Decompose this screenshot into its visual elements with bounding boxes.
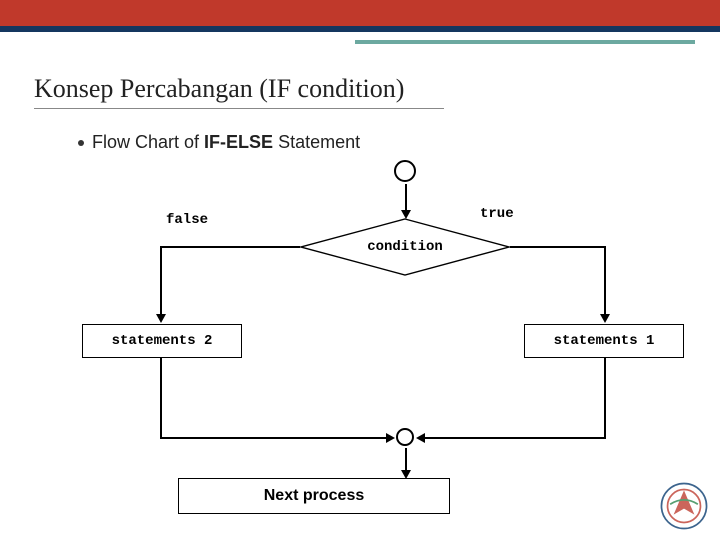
arrow-left-icon <box>416 433 425 443</box>
university-logo <box>658 480 710 532</box>
arrow-down-icon <box>600 314 610 323</box>
start-terminator <box>394 160 416 182</box>
connector <box>424 437 606 439</box>
statements-true-box: statements 1 <box>524 324 684 358</box>
join-connector <box>396 428 414 446</box>
title-underline <box>34 108 444 109</box>
arrow-down-icon <box>156 314 166 323</box>
header-red-bar <box>0 0 720 26</box>
header-navy-line <box>0 26 720 32</box>
statements-false-box: statements 2 <box>82 324 242 358</box>
bullet-suffix: Statement <box>273 132 360 152</box>
bullet-bold: IF-ELSE <box>204 132 273 152</box>
connector <box>604 358 606 438</box>
connector <box>405 184 407 212</box>
bullet-prefix: Flow Chart of <box>92 132 204 152</box>
bullet-text: Flow Chart of IF-ELSE Statement <box>92 132 360 153</box>
connector <box>604 246 606 316</box>
bullet-dot-icon <box>78 140 84 146</box>
connector <box>160 246 300 248</box>
header-teal-line <box>355 40 695 44</box>
bullet-row: Flow Chart of IF-ELSE Statement <box>78 132 360 153</box>
condition-label: condition <box>300 218 510 276</box>
slide-title: Konsep Percabangan (IF condition) <box>34 74 404 104</box>
connector <box>160 246 162 316</box>
connector <box>160 358 162 438</box>
connector <box>160 437 388 439</box>
flowchart-diagram: true false condition statements 2 statem… <box>0 160 720 520</box>
next-process-box: Next process <box>178 478 450 514</box>
connector <box>405 448 407 472</box>
false-label: false <box>166 212 208 228</box>
arrow-right-icon <box>386 433 395 443</box>
connector <box>510 246 606 248</box>
decision-diamond: condition <box>300 218 510 276</box>
